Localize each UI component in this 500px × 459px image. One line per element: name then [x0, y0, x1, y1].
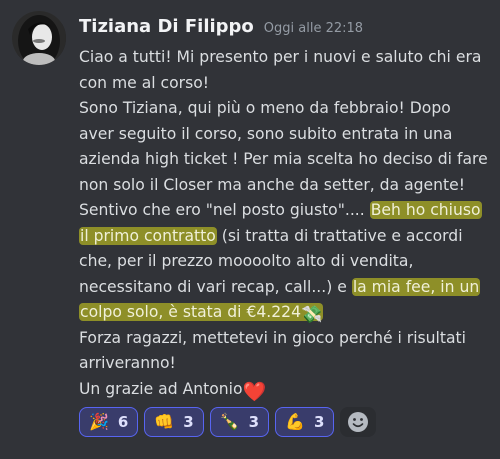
message-content: Ciao a tutti! Mi presento per i nuovi e …	[79, 45, 489, 402]
reaction-count: 3	[314, 413, 325, 431]
reaction-party-popper[interactable]: 🎉 6	[79, 407, 139, 437]
message-text: Forza ragazzi, mettetevi in gioco perché…	[79, 328, 467, 373]
reaction-fist[interactable]: 👊 3	[144, 407, 204, 437]
avatar[interactable]	[12, 11, 66, 65]
username[interactable]: Tiziana Di Filippo	[79, 16, 254, 37]
red-heart-icon: ❤️	[242, 380, 267, 403]
flexed-biceps-icon: 💪	[285, 412, 305, 431]
reactions-bar: 🎉 6 👊 3 🍾 3 💪 3	[79, 407, 377, 437]
reaction-champagne[interactable]: 🍾 3	[209, 407, 270, 437]
message-paragraph: Sono Tiziana, qui più o meno da febbraio…	[79, 96, 489, 326]
money-with-wings-icon: 💸	[301, 305, 323, 325]
message-paragraph: Un grazie ad Antonio❤️	[79, 377, 489, 403]
message-paragraph: Ciao a tutti! Mi presento per i nuovi e …	[79, 45, 489, 96]
reaction-count: 6	[117, 413, 129, 431]
reaction-flexed-biceps[interactable]: 💪 3	[275, 407, 335, 437]
reaction-count: 3	[183, 413, 194, 431]
message-timestamp: Oggi alle 22:18	[263, 21, 364, 36]
message-text: Un grazie ad Antonio	[79, 379, 243, 398]
fist-icon: 👊	[154, 412, 175, 431]
avatar-photo-icon	[12, 11, 66, 65]
champagne-icon: 🍾	[219, 412, 240, 431]
message-header: Tiziana Di Filippo Oggi alle 22:18	[79, 16, 363, 37]
chat-message: Tiziana Di Filippo Oggi alle 22:18 Ciao …	[0, 0, 500, 459]
reaction-count: 3	[248, 413, 260, 431]
message-text: Ciao a tutti! Mi presento per i nuovi e …	[79, 48, 482, 92]
party-popper-icon: 🎉	[89, 412, 109, 431]
add-reaction-button[interactable]	[340, 407, 377, 437]
message-paragraph: Forza ragazzi, mettetevi in gioco perché…	[79, 326, 489, 377]
add-reaction-smiley-icon	[348, 412, 369, 432]
